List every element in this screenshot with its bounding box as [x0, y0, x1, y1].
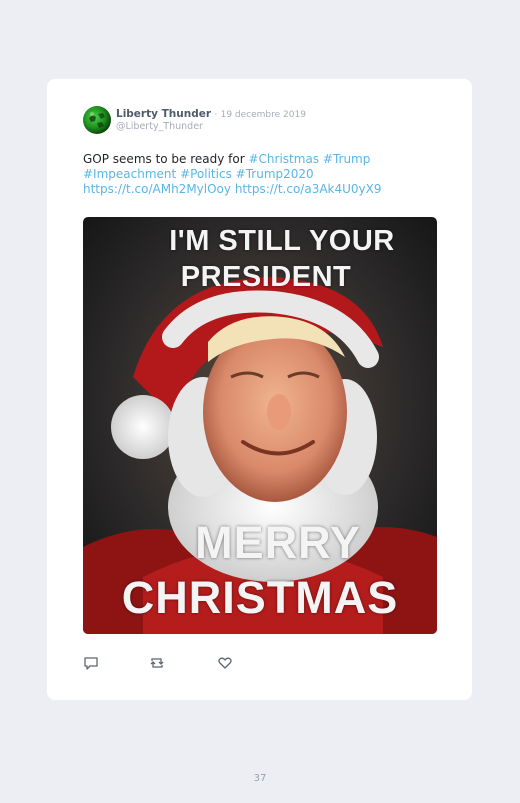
- heart-icon[interactable]: [217, 655, 233, 671]
- hashtag-impeachment[interactable]: #Impeachment: [83, 167, 176, 181]
- tweet-link-1[interactable]: https://t.co/AMh2MylOoy: [83, 182, 231, 196]
- tweet-image[interactable]: I'M STILL YOUR PRESIDENT MERRY CHRISTMAS: [83, 217, 437, 634]
- page-number: 37: [253, 773, 267, 784]
- user-handle[interactable]: @Liberty_Thunder: [116, 121, 203, 132]
- image-caption-line-4: CHRISTMAS: [121, 572, 399, 623]
- tweet-card: Liberty Thunder · 19 decembre 2019 @Libe…: [47, 79, 472, 700]
- tweet-date[interactable]: 19 decembre 2019: [221, 110, 306, 120]
- tweet-text: GOP seems to be ready for #Christmas #Tr…: [83, 152, 443, 197]
- retweet-icon[interactable]: [149, 655, 165, 671]
- image-caption-line-2: PRESIDENT: [180, 261, 352, 293]
- separator: ·: [214, 110, 218, 120]
- hashtag-trump[interactable]: #Trump: [323, 152, 370, 166]
- hashtag-christmas[interactable]: #Christmas: [249, 152, 320, 166]
- author-line: Liberty Thunder · 19 decembre 2019: [116, 108, 306, 120]
- hashtag-trump2020[interactable]: #Trump2020: [236, 167, 314, 181]
- tweet-link-2[interactable]: https://t.co/a3Ak4U0yX9: [235, 182, 382, 196]
- image-caption-line-1: I'M STILL YOUR: [169, 225, 395, 257]
- reply-icon[interactable]: [83, 655, 99, 671]
- avatar[interactable]: [83, 106, 111, 134]
- image-caption-line-3: MERRY: [195, 517, 361, 568]
- display-name[interactable]: Liberty Thunder: [116, 108, 211, 120]
- hashtag-politics[interactable]: #Politics: [180, 167, 232, 181]
- tweet-text-prefix: GOP seems to be ready for: [83, 152, 249, 166]
